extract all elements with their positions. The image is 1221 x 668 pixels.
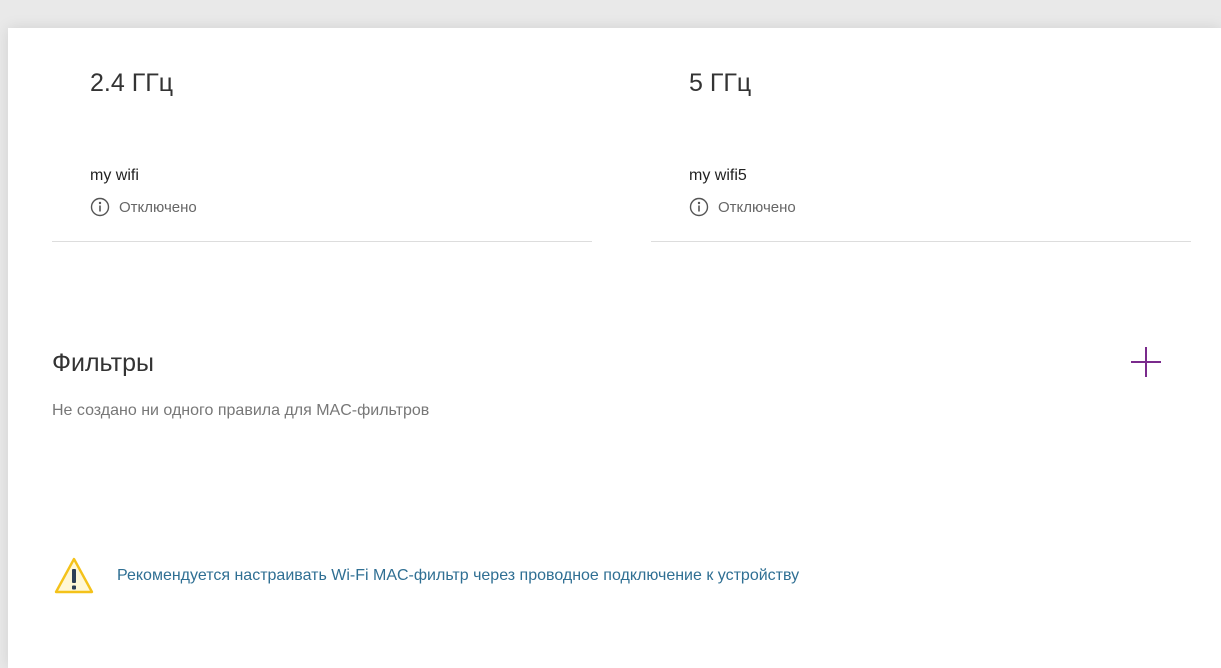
add-filter-button[interactable] — [1128, 344, 1164, 380]
warning-triangle-icon — [54, 557, 94, 594]
band-title: 5 ГГц — [689, 69, 752, 97]
plus-icon — [1131, 347, 1161, 377]
ssid-name[interactable]: my wifi — [90, 167, 139, 185]
info-icon — [689, 197, 709, 217]
status-row: Отключено — [90, 196, 197, 218]
divider — [52, 241, 592, 242]
warning-text: Рекомендуется настраивать Wi-Fi MAC-филь… — [117, 567, 800, 584]
wifi-mac-filter-card: 2.4 ГГц my wifi Отключено 5 ГГц my wifi5… — [8, 28, 1221, 668]
status-text: Отключено — [718, 198, 796, 216]
status-text: Отключено — [119, 198, 197, 216]
info-icon — [90, 197, 110, 217]
divider — [651, 241, 1191, 242]
warning-notice: Рекомендуется настраивать Wi-Fi MAC-филь… — [53, 555, 799, 597]
empty-filters-message: Не создано ни одного правила для MAC-фил… — [52, 402, 430, 419]
ssid-name[interactable]: my wifi5 — [689, 167, 747, 185]
status-row: Отключено — [689, 196, 796, 218]
band-title: 2.4 ГГц — [90, 69, 174, 97]
filters-title: Фильтры — [52, 349, 154, 377]
